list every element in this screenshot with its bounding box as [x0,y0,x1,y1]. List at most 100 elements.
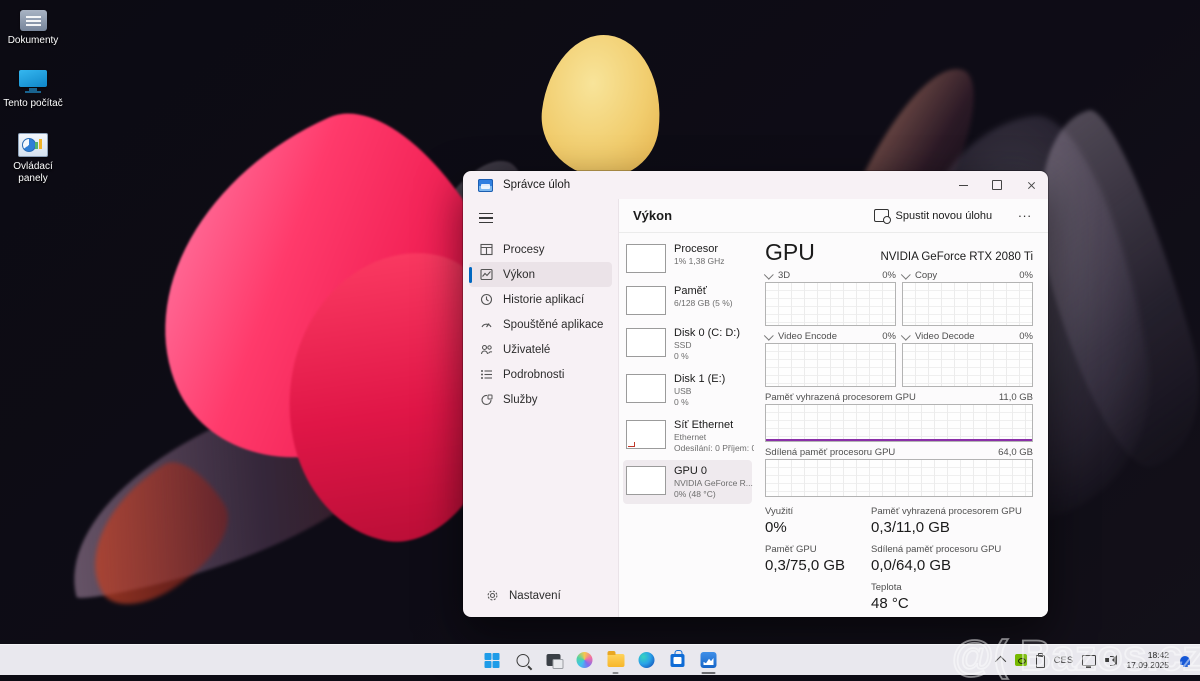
menu-button[interactable] [475,205,505,231]
perf-item-pamet[interactable]: Paměť 6/128 GB (5 %) [623,280,752,320]
main-panel: Výkon Spustit novou úlohu ... Procesor 1… [618,199,1048,617]
perf-item-gpu0[interactable]: GPU 0 NVIDIA GeForce R... 0% (48 °C) [623,460,752,504]
sidebar-item-procesy[interactable]: Procesy [469,237,612,262]
processes-icon [479,243,493,257]
stat-teplota: Teplota 48 °C [871,582,1019,614]
desktop-icon-label: Tento počítač [3,98,62,110]
memory-usage-line [766,439,1032,441]
stat-dedicated-memory: Paměť vyhrazená procesorem GPU 0,3/11,0 … [871,506,1019,538]
maximize-button[interactable] [980,171,1014,199]
chart-area-video-decode [902,343,1033,387]
details-icon [479,368,493,382]
page-header: Výkon Spustit novou úlohu ... [619,199,1048,233]
startup-apps-icon [479,318,493,332]
copilot-icon [577,652,593,668]
active-app-indicator [702,672,716,675]
edge-button[interactable] [635,648,659,672]
chart-area-3d [765,282,896,326]
maximize-icon [992,180,1002,190]
sidebar: Procesy Výkon Historie aplikací Spouštěn… [463,199,618,617]
sidebar-item-label: Procesy [503,244,545,256]
task-manager-window: Správce úloh Procesy Výkon Historie apli… [463,171,1048,617]
store-button[interactable] [666,648,690,672]
chevron-down-icon[interactable] [901,270,911,280]
gpu-detail-panel: GPU NVIDIA GeForce RTX 2080 Ti 3D0% Copy… [754,233,1048,617]
sidebar-item-label: Podrobnosti [503,369,564,381]
chevron-down-icon[interactable] [764,331,774,341]
gpu-mini-chart [626,466,666,495]
task-view-button[interactable] [542,648,566,672]
sidebar-item-label: Uživatelé [503,344,550,356]
chart-area-copy [902,282,1033,326]
minimize-icon [959,185,968,186]
page-title: Výkon [633,208,672,223]
watermark: @( Bazos.cz [952,632,1200,681]
perf-item-disk0[interactable]: Disk 0 (C: D:) SSD 0 % [623,322,752,366]
start-button[interactable] [480,648,504,672]
chevron-down-icon[interactable] [901,331,911,341]
users-icon [479,343,493,357]
services-icon [479,393,493,407]
disk0-mini-chart [626,328,666,357]
title-bar[interactable]: Správce úloh [463,171,1048,199]
chart-area-shared-memory [765,459,1033,497]
search-button[interactable] [511,648,535,672]
gpu-chart-copy: Copy0% [902,269,1033,326]
computer-icon [19,70,47,94]
close-button[interactable] [1014,171,1048,199]
sidebar-item-label: Služby [503,394,538,406]
sidebar-item-podrobnosti[interactable]: Podrobnosti [469,362,612,387]
gpu-title: GPU [765,239,815,266]
memory-mini-chart [626,286,666,315]
task-manager-icon [701,652,717,668]
sidebar-item-uzivatele[interactable]: Uživatelé [469,337,612,362]
window-title: Správce úloh [503,179,570,191]
chevron-down-icon[interactable] [764,270,774,280]
stat-pamet-gpu: Paměť GPU 0,3/75,0 GB [765,544,857,576]
documents-icon [20,10,47,31]
windows-logo-icon [484,653,499,668]
perf-item-sit-ethernet[interactable]: Síť Ethernet Ethernet Odesílání: 0 Příje… [623,414,752,458]
task-manager-app-icon [478,179,493,192]
edge-icon [639,652,655,668]
gpu-chart-3d: 3D0% [765,269,896,326]
more-options-button[interactable]: ... [1014,205,1036,226]
minimize-button[interactable] [946,171,980,199]
sidebar-item-label: Spouštěné aplikace [503,319,603,331]
performance-icon [479,268,493,282]
history-icon [479,293,493,307]
gear-icon [485,589,499,603]
file-explorer-button[interactable] [604,648,628,672]
wallpaper-yellow-blob [535,28,669,183]
desktop-icon-ovladaci-panely[interactable]: Ovládací panely [0,133,66,185]
sidebar-item-historie-aplikaci[interactable]: Historie aplikací [469,287,612,312]
control-panel-icon [18,133,48,157]
chart-area-dedicated-memory [765,404,1033,442]
store-icon [671,654,685,667]
desktop-icon-dokumenty[interactable]: Dokumenty [0,10,66,47]
task-manager-button[interactable] [697,648,721,672]
open-app-indicator [613,672,619,675]
sidebar-item-nastaveni[interactable]: Nastavení [475,583,606,608]
copilot-button[interactable] [573,648,597,672]
close-icon [1027,181,1036,190]
run-new-task-button[interactable]: Spustit novou úlohu [866,205,1001,226]
desktop-icon-label: Dokumenty [8,35,59,47]
stat-vyuziti: Využití 0% [765,506,857,538]
task-view-icon [547,654,561,666]
chart-area-video-encode [765,343,896,387]
sidebar-item-spoustene-aplikace[interactable]: Spouštěné aplikace [469,312,612,337]
gpu-device-name: NVIDIA GeForce RTX 2080 Ti [880,251,1033,263]
perf-item-procesor[interactable]: Procesor 1% 1,38 GHz [623,238,752,278]
gpu-chart-video-encode: Video Encode0% [765,330,896,387]
desktop-icon-tento-pocitac[interactable]: Tento počítač [0,70,66,110]
gpu-chart-video-decode: Video Decode0% [902,330,1033,387]
perf-item-disk1[interactable]: Disk 1 (E:) USB 0 % [623,368,752,412]
gpu-stats: Využití 0% Paměť GPU 0,3/75,0 GB Paměť v… [765,506,1033,617]
network-mini-chart [626,420,666,449]
new-task-icon [874,209,889,222]
desktop-icon-label: Ovládací panely [7,161,59,185]
sidebar-item-vykon[interactable]: Výkon [469,262,612,287]
gpu-chart-dedicated-memory: Paměť vyhrazená procesorem GPU11,0 GB [765,391,1033,442]
sidebar-item-sluzby[interactable]: Služby [469,387,612,412]
